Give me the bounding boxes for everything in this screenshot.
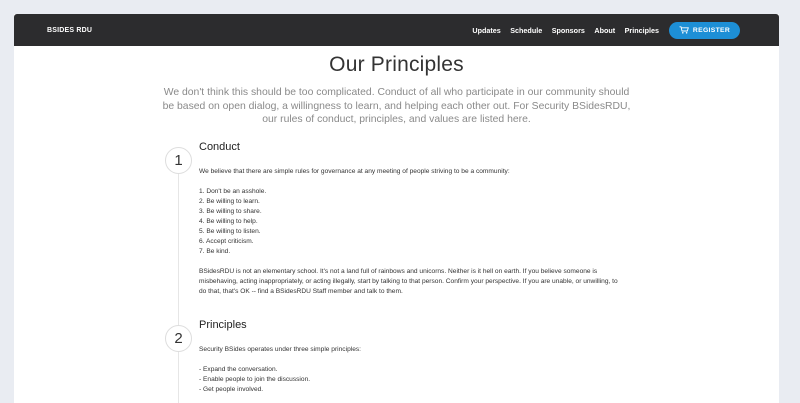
register-label: REGISTER: [692, 26, 731, 34]
list-item: - Enable people to join the discussion.: [199, 376, 311, 383]
page-frame: BSIDES RDU Updates Schedule Sponsors Abo…: [14, 14, 779, 403]
section-number: 2: [165, 325, 192, 352]
list-item: 1. Don't be an asshole.: [199, 188, 267, 195]
nav-link-principles[interactable]: Principles: [625, 26, 659, 35]
page-intro: We don't think this should be too compli…: [162, 87, 631, 125]
list-item: 5. Be willing to listen.: [199, 228, 261, 235]
top-navbar: BSIDES RDU Updates Schedule Sponsors Abo…: [14, 14, 779, 46]
section-body: We believe that there are simple rules f…: [199, 167, 619, 297]
page-title: Our Principles: [329, 53, 464, 76]
list-item: 4. Be willing to help.: [199, 218, 258, 225]
list-item: 2. Be willing to learn.: [199, 198, 260, 205]
section-body: Security BSides operates under three sim…: [199, 345, 619, 395]
section-number: 1: [165, 147, 192, 174]
section-intro: We believe that there are simple rules f…: [199, 168, 510, 175]
list-item: 6. Accept criticism.: [199, 238, 254, 245]
cart-icon: [679, 26, 689, 34]
section-intro: Security BSides operates under three sim…: [199, 346, 361, 353]
brand-logo[interactable]: BSIDES RDU: [47, 27, 92, 34]
list-item: 7. Be kind.: [199, 248, 231, 255]
list-item: - Expand the conversation.: [199, 366, 278, 373]
register-button[interactable]: REGISTER: [669, 21, 740, 39]
section-closing: BSidesRDU is not an elementary school. I…: [199, 268, 618, 295]
list-item: 3. Be willing to share.: [199, 208, 262, 215]
timeline-line: [178, 162, 179, 403]
nav-link-about[interactable]: About: [594, 26, 615, 35]
section-title: Principles: [199, 319, 247, 331]
nav-link-sponsors[interactable]: Sponsors: [552, 26, 585, 35]
list-item: - Get people involved.: [199, 386, 264, 393]
nav-link-schedule[interactable]: Schedule: [510, 26, 542, 35]
section-title: Conduct: [199, 141, 240, 153]
nav-links: Updates Schedule Sponsors About Principl…: [463, 21, 779, 39]
nav-link-updates[interactable]: Updates: [472, 26, 500, 35]
